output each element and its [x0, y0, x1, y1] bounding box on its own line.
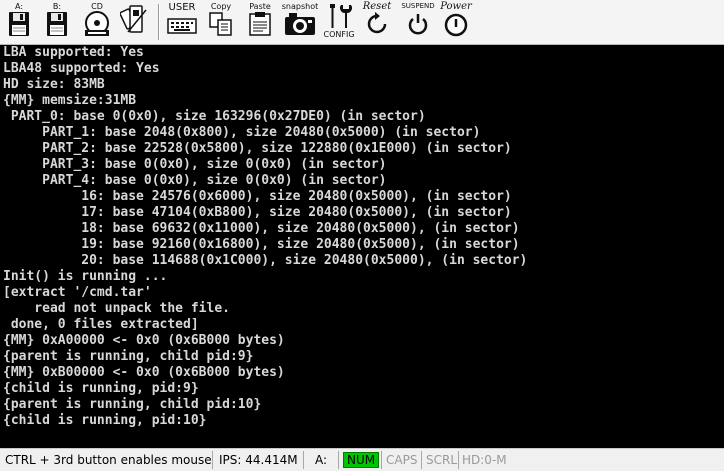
console-line: {MM} 0xA00000 <- 0x0 (0x6B000 bytes) — [3, 333, 285, 348]
console-screen[interactable]: LBA supported: Yes LBA48 supported: Yes HD… — [0, 45, 724, 448]
status-separator — [303, 451, 304, 469]
suspend-label: SUSPEND — [401, 2, 435, 10]
power-icon — [444, 13, 468, 37]
keyboard-icon — [167, 18, 197, 34]
power-label: Power — [440, 1, 472, 12]
cdrom-icon — [85, 11, 109, 36]
camera-icon — [285, 13, 315, 35]
reset-label: Reset — [362, 1, 392, 12]
num-lock-indicator: NUM — [343, 452, 380, 468]
mouse-hint-text: CTRL + 3rd button enables mouse — [5, 453, 212, 467]
snapshot-label: snapshot — [281, 2, 319, 11]
paste-button[interactable]: Paste — [244, 2, 276, 42]
toolbar-separator — [158, 4, 160, 40]
console-line: PART_4: base 0(0x0), size 0(0x0) (in sec… — [3, 173, 387, 188]
config-label: CONFIG — [323, 30, 355, 39]
paste-label: Paste — [249, 2, 271, 11]
user-label: USER — [168, 2, 196, 13]
status-separator — [212, 451, 213, 469]
toolbar: A: B: CD USER Copy Paste snapshot CONFIG… — [0, 0, 724, 45]
console-line: Init() is running ... — [3, 269, 168, 284]
console-line: PART_0: base 0(0x0), size 163296(0x27DE0… — [3, 109, 426, 124]
scroll-lock-indicator: SCRL — [426, 453, 458, 467]
console-line: PART_1: base 2048(0x800), size 20480(0x5… — [3, 125, 481, 140]
suspend-button[interactable]: SUSPEND — [398, 2, 438, 42]
power-button[interactable]: Power — [438, 2, 474, 42]
drive-a-indicator: A: — [315, 453, 328, 467]
console-line: PART_3: base 0(0x0), size 0(0x0) (in sec… — [3, 157, 387, 172]
console-line: 18: base 69632(0x11000), size 20480(0x50… — [3, 221, 520, 236]
console-line: LBA48 supported: Yes — [3, 61, 160, 76]
status-separator — [381, 451, 382, 469]
floppy-disk-icon — [9, 12, 29, 36]
ips-readout: IPS: 44.414M — [219, 453, 298, 467]
copy-icon — [209, 12, 232, 36]
console-output: LBA supported: Yes LBA48 supported: Yes HD… — [3, 45, 527, 429]
console-line: {parent is running, child pid:10} — [3, 397, 262, 412]
config-button[interactable]: CONFIG — [322, 2, 356, 42]
reset-icon — [367, 12, 387, 34]
copy-button[interactable]: Copy — [206, 2, 236, 42]
console-line: 17: base 47104(0xB800), size 20480(0x500… — [3, 205, 512, 220]
usb-button[interactable] — [118, 2, 152, 42]
console-line: 16: base 24576(0x6000), size 20480(0x500… — [3, 189, 512, 204]
console-line: 20: base 114688(0x1C000), size 20480(0x5… — [3, 253, 528, 268]
floppy-b-button[interactable]: B: — [42, 2, 72, 42]
tools-icon — [330, 4, 352, 28]
status-bar: CTRL + 3rd button enables mouse IPS: 44.… — [0, 448, 724, 471]
reset-button[interactable]: Reset — [360, 2, 394, 42]
console-line: {child is running, pid:9} — [3, 381, 199, 396]
floppy-a-button[interactable]: A: — [4, 2, 34, 42]
console-line: read not unpack the file. — [3, 301, 230, 316]
console-line: {child is running, pid:10} — [3, 413, 207, 428]
snapshot-button[interactable]: snapshot — [280, 2, 320, 42]
status-separator — [458, 451, 459, 469]
console-line: LBA supported: Yes — [3, 45, 144, 60]
console-line: [extract '/cmd.tar' — [3, 285, 152, 300]
paste-icon — [249, 12, 271, 36]
floppy-disk-icon — [47, 12, 67, 36]
status-separator — [338, 451, 339, 469]
console-line: HD size: 83MB — [3, 77, 105, 92]
floppy-b-label: B: — [52, 2, 62, 11]
floppy-a-label: A: — [14, 2, 24, 11]
cdrom-label: CD — [91, 2, 103, 11]
usb-icon — [120, 5, 147, 33]
copy-label: Copy — [210, 2, 232, 11]
console-line: PART_2: base 22528(0x5800), size 122880(… — [3, 141, 512, 156]
hd-indicator: HD:0-M — [462, 453, 507, 467]
console-line: {MM} 0xB00000 <- 0x0 (0x6B000 bytes) — [3, 365, 285, 380]
user-button[interactable]: USER — [164, 2, 200, 42]
console-line: {parent is running, child pid:9} — [3, 349, 254, 364]
console-line: 19: base 92160(0x16800), size 20480(0x50… — [3, 237, 520, 252]
cdrom-button[interactable]: CD — [80, 2, 114, 42]
caps-lock-indicator: CAPS — [386, 453, 418, 467]
console-line: done, 0 files extracted] — [3, 317, 199, 332]
suspend-icon — [408, 14, 428, 35]
console-line: {MM} memsize:31MB — [3, 93, 137, 108]
status-separator — [421, 451, 422, 469]
